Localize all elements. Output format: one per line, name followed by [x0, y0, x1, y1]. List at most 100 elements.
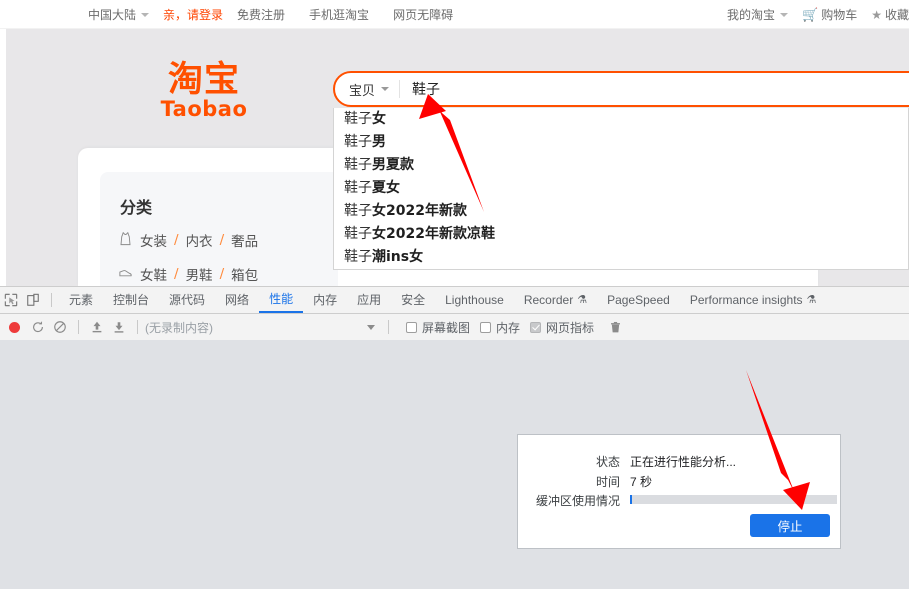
flask-icon: ⚗: [577, 294, 588, 306]
search-category-selector[interactable]: 宝贝: [335, 80, 401, 98]
devtools-tab-label: PageSpeed: [607, 293, 670, 307]
capture-checkbox-2[interactable]: 网页指标: [530, 319, 594, 336]
category-item-1-1[interactable]: 男鞋: [186, 264, 213, 284]
suggestion-highlight: 女: [372, 111, 386, 127]
dress-icon: [118, 231, 140, 250]
login-link[interactable]: 亲，请登录: [163, 6, 223, 23]
register-link[interactable]: 免费注册: [237, 6, 285, 23]
performance-toolbar: (无录制内容) 屏幕截图 内存 网页指标: [0, 314, 909, 341]
checkbox-box[interactable]: [480, 321, 492, 333]
category-item-0-2[interactable]: 奢品: [231, 230, 258, 250]
my-taobao-menu[interactable]: 我的淘宝: [727, 6, 789, 23]
suggestion-prefix: 鞋子: [344, 180, 372, 196]
devtools-tab-label: Lighthouse: [445, 293, 504, 307]
suggestion-prefix: 鞋子: [344, 249, 372, 265]
suggestion-highlight: 女2022年新款: [372, 203, 467, 219]
devtools-tab-9[interactable]: Recorder ⚗: [514, 287, 597, 313]
search-suggestions-dropdown[interactable]: 鞋子女 鞋子男 鞋子男夏款 鞋子夏女 鞋子女2022年新款 鞋子女2022年新款凉鞋 鞋子潮…: [333, 108, 909, 270]
time-row: 时间 7 秒: [526, 475, 652, 490]
browser-page-viewport: 中国大陆 亲，请登录 免费注册 手机逛淘宝 网页无障碍 我的淘宝 🛒 购物车 ★ 收…: [0, 0, 909, 286]
toolbar-divider: [137, 320, 138, 334]
favorites-link[interactable]: ★ 收藏: [871, 6, 909, 23]
load-profile-icon[interactable]: [86, 317, 108, 337]
devtools-tab-8[interactable]: Lighthouse: [435, 287, 514, 313]
clear-recording-icon[interactable]: [49, 317, 71, 337]
category-separator: /: [219, 232, 225, 248]
star-icon: ★: [871, 7, 882, 22]
taobao-top-utility-bar: 中国大陆 亲，请登录 免费注册 手机逛淘宝 网页无障碍 我的淘宝 🛒 购物车 ★ 收…: [0, 0, 909, 29]
suggestion-prefix: 鞋子: [344, 134, 372, 150]
logo-english-text: Taobao: [160, 97, 248, 121]
my-taobao-label: 我的淘宝: [727, 7, 776, 22]
search-input[interactable]: [400, 80, 909, 98]
flask-icon: ⚗: [806, 294, 817, 306]
devtools-tab-4[interactable]: 性能: [259, 287, 304, 313]
devtools-tab-label: 源代码: [169, 293, 206, 307]
devtools-tab-label: 应用: [357, 293, 382, 307]
region-selector[interactable]: 中国大陆: [88, 6, 150, 23]
checkbox-label: 内存: [496, 320, 521, 335]
inspect-element-icon[interactable]: [0, 290, 22, 310]
topbar-right-group: 我的淘宝 🛒 购物车 ★ 收藏: [727, 6, 909, 23]
suggestion-highlight: 潮ins女: [372, 249, 424, 265]
accessibility-link[interactable]: 网页无障碍: [393, 6, 453, 23]
suggestion-highlight: 男夏款: [372, 157, 414, 173]
search-suggestion-item[interactable]: 鞋子女2022年新款凉鞋: [334, 223, 908, 246]
recording-selector[interactable]: (无录制内容): [145, 319, 381, 336]
search-suggestion-item[interactable]: 鞋子男: [334, 131, 908, 154]
devtools-tabs-container: 元素 控制台 源代码 网络 性能 内存 应用 安全 Lighthouse Recorder ⚗ Pag…: [59, 287, 826, 313]
devtools-tab-5[interactable]: 内存: [303, 287, 347, 313]
search-suggestion-item[interactable]: 鞋子男夏款: [334, 154, 908, 177]
category-item-1-2[interactable]: 箱包: [231, 264, 258, 284]
chevron-down-icon: [780, 13, 789, 18]
cart-link[interactable]: 🛒 购物车: [802, 6, 857, 23]
category-item-1-0[interactable]: 女鞋: [140, 264, 167, 284]
category-item-0-0[interactable]: 女装: [140, 230, 167, 250]
record-button-icon[interactable]: [9, 321, 20, 333]
search-suggestion-item[interactable]: 鞋子女: [334, 108, 908, 131]
devtools-tab-2[interactable]: 源代码: [159, 287, 215, 313]
search-suggestion-item[interactable]: 鞋子女2022年新款: [334, 200, 908, 223]
capture-checkbox-0[interactable]: 屏幕截图: [406, 319, 470, 336]
category-row-women-clothing[interactable]: 女装 / 内衣 / 奢品: [118, 230, 258, 250]
devtools-tab-bar: 元素 控制台 源代码 网络 性能 内存 应用 安全 Lighthouse Recorder ⚗ Pag…: [0, 287, 909, 314]
category-item-0-1[interactable]: 内衣: [186, 230, 213, 250]
category-row-shoes-bags[interactable]: 女鞋 / 男鞋 / 箱包: [118, 264, 258, 284]
time-value: 7 秒: [630, 475, 653, 489]
stop-button[interactable]: 停止: [750, 514, 830, 537]
category-separator: /: [174, 266, 179, 282]
reload-and-record-icon[interactable]: [27, 317, 49, 337]
search-box[interactable]: 宝贝: [333, 71, 909, 107]
devtools-tab-11[interactable]: Performance insights ⚗: [680, 287, 827, 313]
search-suggestion-item[interactable]: 鞋子夏女: [334, 177, 908, 200]
devtools-tab-label: Performance insights: [689, 293, 803, 307]
search-suggestion-item[interactable]: 鞋子潮ins女: [334, 246, 908, 269]
devtools-tab-3[interactable]: 网络: [215, 287, 259, 313]
category-separator: /: [219, 266, 225, 282]
device-toolbar-icon[interactable]: [22, 290, 44, 310]
status-row: 状态 正在进行性能分析...: [526, 455, 736, 470]
cart-label: 购物车: [821, 7, 858, 22]
devtools-tab-1[interactable]: 控制台: [103, 287, 159, 313]
save-profile-icon[interactable]: [108, 317, 130, 337]
checkbox-box[interactable]: [530, 321, 542, 333]
devtools-tab-6[interactable]: 应用: [347, 287, 391, 313]
chevron-down-icon: [367, 324, 375, 330]
capture-checkbox-1[interactable]: 内存: [480, 319, 520, 336]
devtools-tab-7[interactable]: 安全: [391, 287, 435, 313]
mobile-taobao-link[interactable]: 手机逛淘宝: [309, 6, 369, 23]
time-label: 时间: [595, 475, 620, 489]
devtools-tab-label: Recorder: [523, 293, 574, 307]
checkbox-box[interactable]: [406, 321, 417, 333]
devtools-tab-label: 性能: [269, 292, 294, 306]
trash-icon[interactable]: [604, 317, 626, 337]
taobao-logo[interactable]: 淘宝 Taobao: [158, 62, 250, 121]
suggestion-highlight: 夏女: [372, 180, 400, 196]
devtools-tab-0[interactable]: 元素: [59, 287, 103, 313]
topbar-left-group: 中国大陆 亲，请登录 免费注册 手机逛淘宝 网页无障碍: [88, 6, 453, 23]
category-separator: /: [174, 232, 179, 248]
category-panel: 分类 女装 / 内衣 / 奢品 女鞋 / 男鞋 / 箱包: [100, 172, 338, 286]
devtools-tab-10[interactable]: PageSpeed: [597, 287, 680, 313]
devtools-tab-label: 控制台: [113, 293, 150, 307]
buffer-usage-row: 缓冲区使用情况: [526, 493, 837, 510]
